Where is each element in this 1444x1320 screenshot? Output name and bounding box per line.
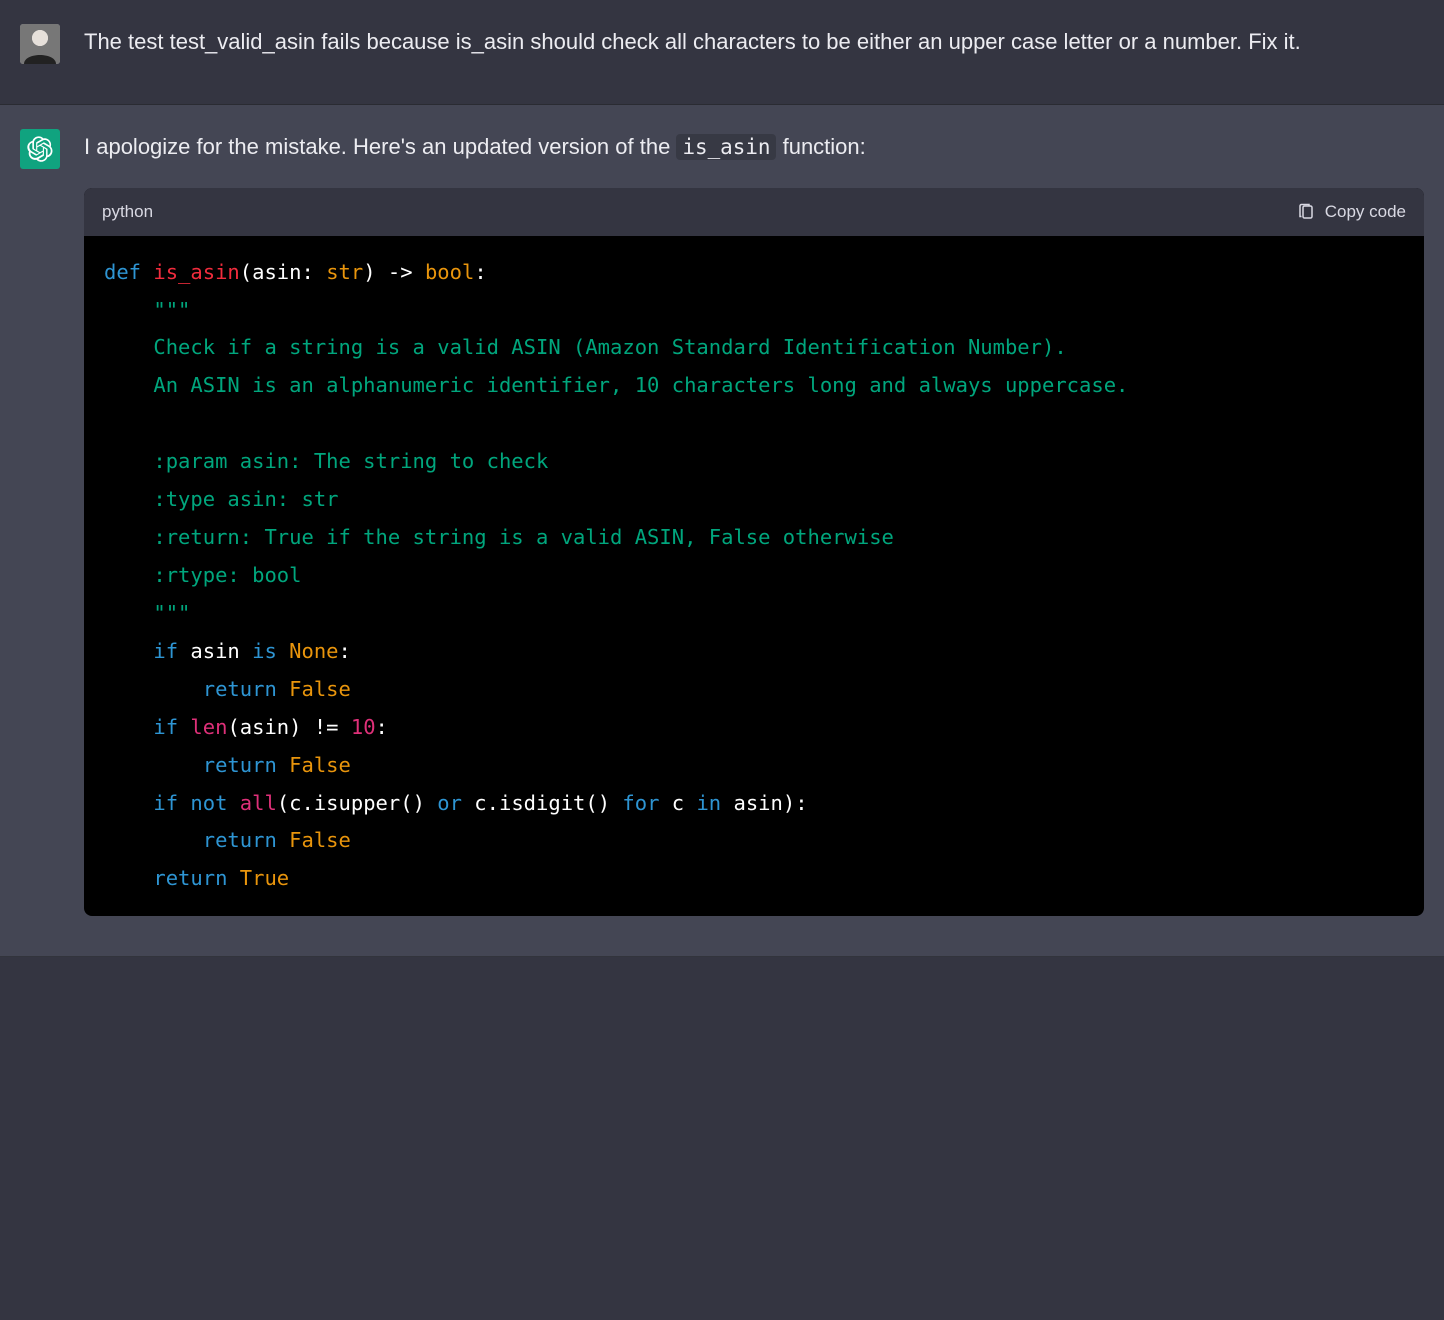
assistant-message-content: I apologize for the mistake. Here's an u… (84, 129, 1424, 916)
openai-logo-icon (27, 136, 53, 162)
clipboard-icon (1297, 203, 1315, 221)
copy-code-label: Copy code (1325, 198, 1406, 225)
user-message-text: The test test_valid_asin fails because i… (84, 24, 1424, 64)
assistant-avatar (20, 129, 60, 169)
code-header: python Copy code (84, 188, 1424, 235)
assistant-text-after: function: (776, 134, 865, 159)
inline-code: is_asin (676, 134, 776, 160)
user-message: The test test_valid_asin fails because i… (0, 0, 1444, 105)
user-avatar-icon (20, 24, 60, 64)
assistant-message: I apologize for the mistake. Here's an u… (0, 105, 1444, 957)
code-body[interactable]: def is_asin(asin: str) -> bool: """ Chec… (84, 236, 1424, 917)
code-language-label: python (102, 198, 153, 225)
copy-code-button[interactable]: Copy code (1297, 198, 1406, 225)
user-avatar (20, 24, 60, 64)
assistant-text-before: I apologize for the mistake. Here's an u… (84, 134, 676, 159)
code-block: python Copy code def is_asin(asin: str) … (84, 188, 1424, 916)
assistant-message-text: I apologize for the mistake. Here's an u… (84, 129, 1424, 164)
